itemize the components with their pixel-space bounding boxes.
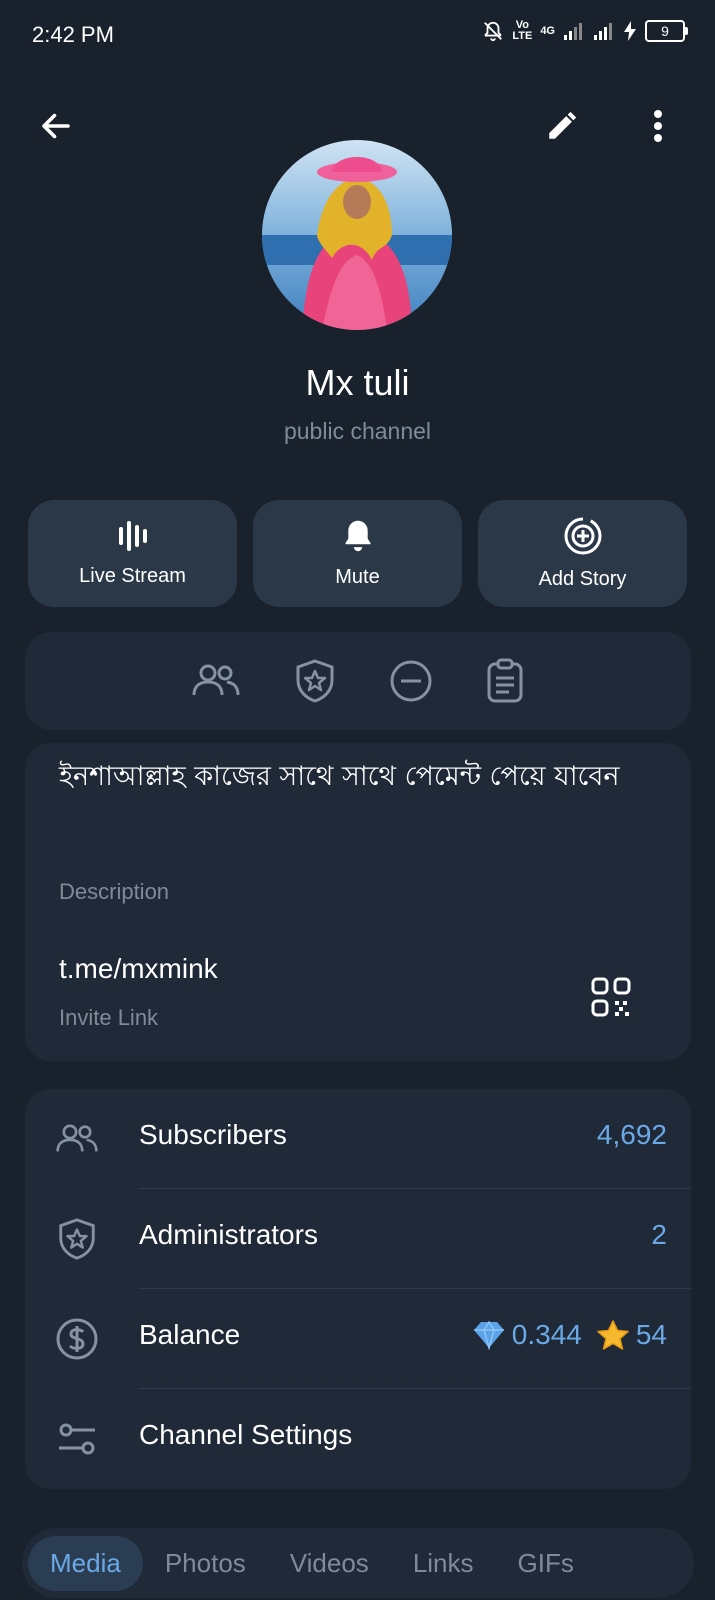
subscribers-row[interactable]: Subscribers 4,692 — [25, 1089, 691, 1189]
live-stream-label: Live Stream — [79, 565, 186, 587]
add-story-label: Add Story — [538, 568, 627, 590]
administrators-count: 2 — [651, 1219, 667, 1250]
sliders-icon — [59, 1423, 95, 1455]
channel-details-card: Subscribers 4,692 Administrators 2 Balan… — [25, 1089, 691, 1489]
back-arrow-icon — [42, 113, 70, 139]
channel-name: Mx tuli — [305, 362, 410, 403]
tab-media[interactable]: Media — [28, 1535, 143, 1591]
administrators-row[interactable]: Administrators 2 — [25, 1189, 691, 1289]
info-card: ইনশাআল্লাহ কাজের সাথে সাথে পেমেন্ট পেয়ে… — [25, 743, 691, 1061]
balance-label: Balance — [139, 1319, 241, 1350]
channel-settings-label: Channel Settings — [139, 1419, 353, 1450]
balance-value: 0.344 54 — [472, 1319, 667, 1351]
volte-bottom: LTE — [512, 30, 533, 42]
mute-notification-icon — [484, 21, 503, 42]
qr-code-icon — [591, 977, 631, 1017]
live-stream-icon — [118, 521, 147, 551]
bell-icon — [345, 520, 370, 552]
add-story-icon — [564, 517, 601, 555]
channel-avatar[interactable] — [262, 140, 452, 330]
balance-row[interactable]: Balance 0.344 54 — [25, 1289, 691, 1389]
star-icon — [597, 1320, 629, 1350]
recent-actions-icon[interactable] — [485, 658, 525, 704]
add-story-button[interactable]: Add Story — [478, 500, 687, 607]
mute-button[interactable]: Mute — [253, 500, 462, 607]
description-text: ইনশাআল্লাহ কাজের সাথে সাথে পেমেন্ট পেয়ে… — [59, 761, 620, 792]
channel-settings-row[interactable]: Channel Settings — [25, 1389, 691, 1489]
live-stream-button[interactable]: Live Stream — [28, 500, 237, 607]
media-tabs: Media Photos Videos Links GIFs — [22, 1528, 694, 1598]
description-label: Description — [59, 879, 170, 904]
ton-diamond-icon — [473, 1320, 504, 1350]
4g-indicator: 4G — [540, 24, 555, 37]
quick-actions-row — [25, 632, 691, 730]
status-icons: Vo LTE 4G 9 — [482, 20, 688, 42]
members-icon[interactable] — [191, 661, 241, 701]
pencil-icon — [549, 111, 577, 139]
tab-links[interactable]: Links — [391, 1536, 496, 1591]
subscribers-icon — [56, 1124, 98, 1152]
invite-link[interactable]: t.me/mxmink — [59, 953, 218, 985]
administrators-icon — [59, 1218, 95, 1260]
subscribers-label: Subscribers — [139, 1119, 287, 1150]
charging-icon — [624, 21, 636, 41]
balance-ton: 0.344 — [511, 1319, 582, 1350]
qr-code-button[interactable] — [589, 975, 633, 1019]
tab-photos[interactable]: Photos — [143, 1536, 268, 1591]
more-vertical-icon — [654, 110, 662, 142]
dollar-icon — [56, 1318, 98, 1360]
signal-icon-2 — [594, 23, 612, 40]
invite-link-label: Invite Link — [59, 1005, 159, 1030]
status-time: 2:42 PM — [32, 22, 114, 47]
edit-button[interactable] — [540, 104, 584, 148]
subscribers-count: 4,692 — [596, 1119, 667, 1150]
admin-shield-icon[interactable] — [293, 658, 337, 704]
channel-type: public channel — [283, 418, 432, 444]
administrators-label: Administrators — [139, 1219, 318, 1250]
more-options-button[interactable] — [636, 104, 680, 148]
mute-label: Mute — [335, 566, 380, 588]
balance-stars: 54 — [635, 1319, 667, 1350]
blocked-icon[interactable] — [389, 659, 433, 703]
tab-videos[interactable]: Videos — [268, 1536, 391, 1591]
tab-gifs[interactable]: GIFs — [496, 1536, 596, 1591]
battery-indicator: 9 — [645, 20, 688, 42]
back-button[interactable] — [34, 104, 78, 148]
volte-indicator: Vo LTE — [512, 20, 532, 42]
signal-icon — [564, 23, 582, 40]
avatar-photo — [262, 140, 452, 330]
